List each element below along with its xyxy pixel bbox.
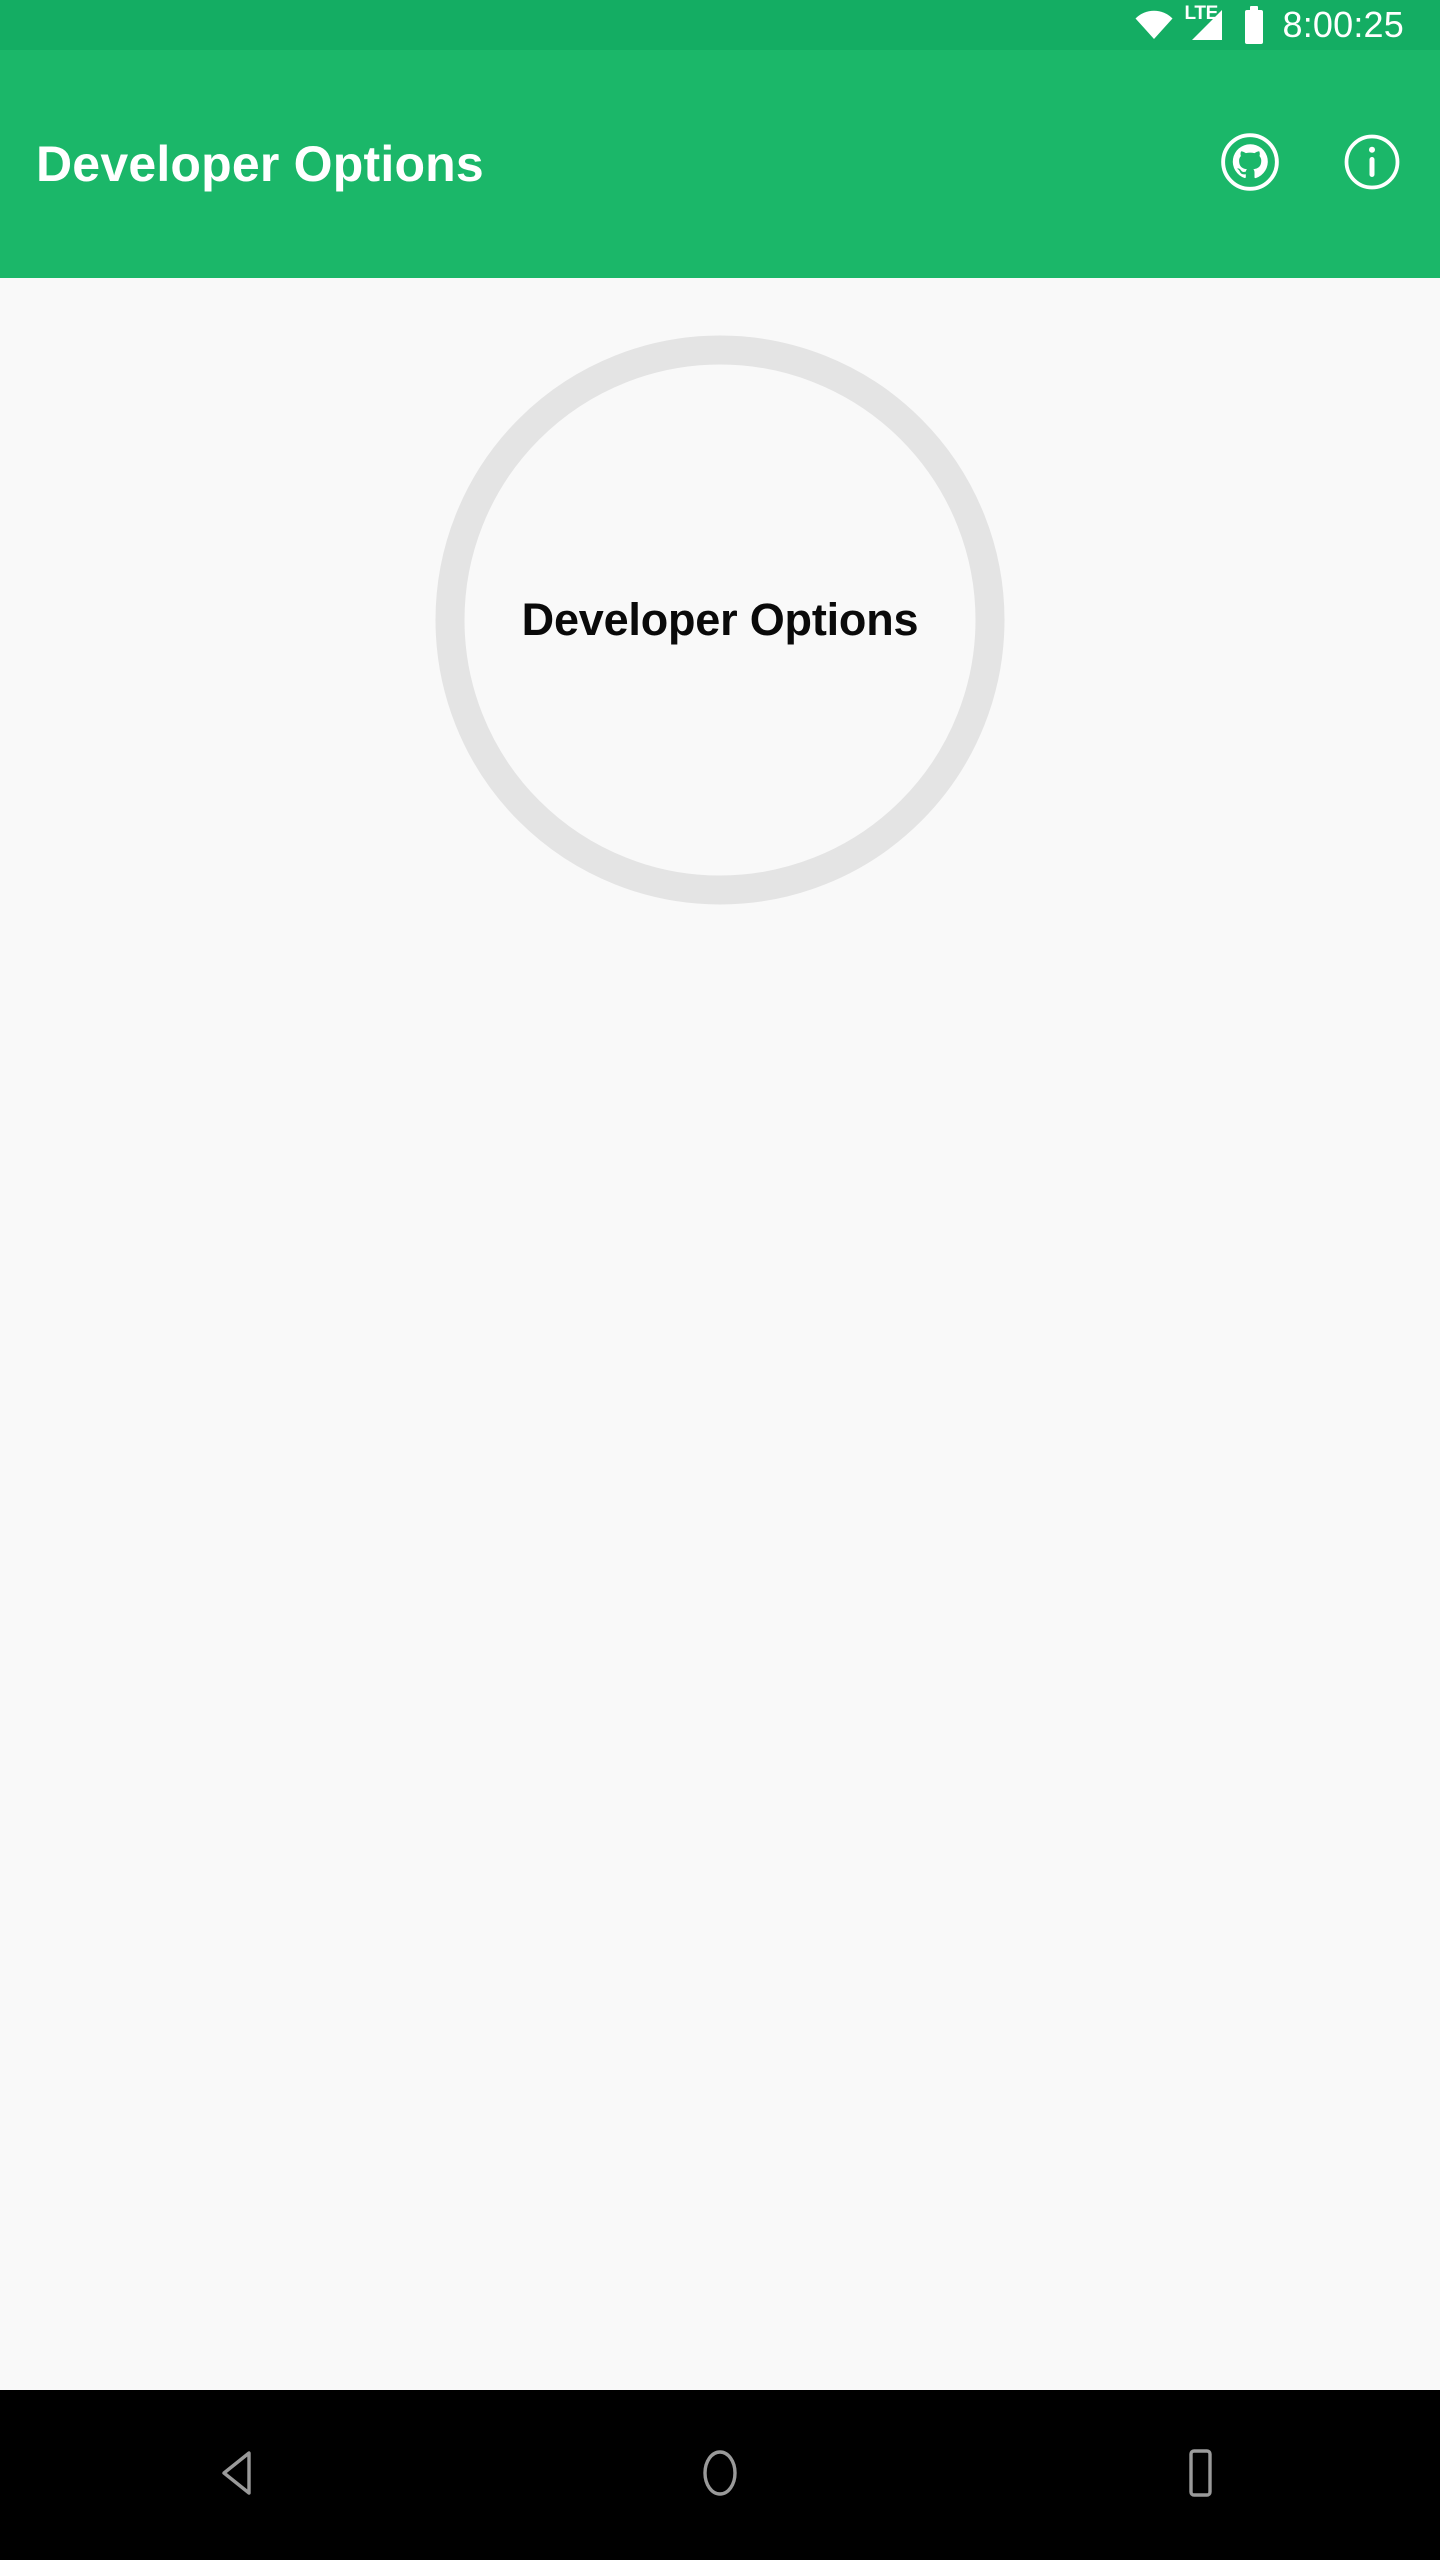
app-bar-actions [1212, 126, 1410, 202]
back-triangle-icon [218, 2449, 262, 2502]
status-bar-icons: LTE 8:00:25 [1134, 4, 1404, 45]
progress-circle-label: Developer Options [521, 594, 919, 645]
lte-signal-icon: LTE [1184, 4, 1226, 41]
android-screen: LTE 8:00:25 Developer Options Developer … [0, 0, 1440, 2560]
status-bar-clock: 8:00:25 [1282, 4, 1404, 45]
info-button[interactable] [1334, 126, 1410, 202]
lte-label: LTE [1184, 3, 1219, 24]
recents-square-icon [1179, 2447, 1221, 2504]
page-title: Developer Options [36, 136, 484, 192]
info-icon [1342, 132, 1402, 197]
nav-recents-button[interactable] [1120, 2415, 1280, 2535]
github-icon [1219, 131, 1281, 198]
status-bar: LTE 8:00:25 [0, 0, 1440, 50]
progress-circle: Developer Options [435, 335, 1005, 905]
wifi-icon [1134, 10, 1174, 40]
nav-home-button[interactable] [640, 2415, 800, 2535]
navigation-bar [0, 2390, 1440, 2560]
nav-back-button[interactable] [160, 2415, 320, 2535]
home-circle-icon [696, 2447, 744, 2504]
app-bar: Developer Options [0, 50, 1440, 278]
content-area: Developer Options [0, 278, 1440, 2390]
github-button[interactable] [1212, 126, 1288, 202]
battery-icon [1242, 6, 1266, 44]
